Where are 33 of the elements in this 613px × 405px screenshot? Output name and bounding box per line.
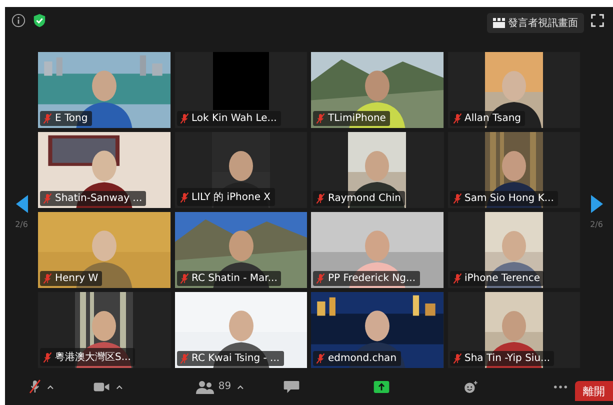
- video-grid-icon: [493, 18, 505, 28]
- caret-icon[interactable]: [237, 384, 244, 390]
- previous-page-button[interactable]: 2/6: [14, 194, 28, 228]
- participant-name: LILY 的 iPhone X: [192, 191, 271, 204]
- participants-button[interactable]: 89: [195, 378, 232, 394]
- reaction-icon[interactable]: [462, 378, 480, 394]
- share-screen-icon[interactable]: [372, 378, 390, 394]
- chat-icon[interactable]: [283, 378, 300, 394]
- participant-name: Lok Kin Wah Le...: [192, 113, 277, 124]
- participant-name: TLimiPhone: [328, 113, 386, 124]
- caret-icon[interactable]: [46, 384, 54, 390]
- video-off-frame: [212, 52, 269, 110]
- participant-name: E Tong: [55, 113, 88, 124]
- participant-name: iPhone Terence: [464, 273, 540, 284]
- participant-name: RC Shatin - Mar...: [192, 273, 278, 284]
- participant-name: PP Frederick Ng...: [328, 273, 416, 284]
- participant-name: Shatin-Sanway ...: [55, 193, 142, 204]
- muted-mic-icon[interactable]: [29, 378, 41, 395]
- fullscreen-icon[interactable]: [590, 13, 605, 28]
- participant-name: Raymond Chin: [328, 193, 401, 204]
- participant-name: edmond.chan: [328, 353, 397, 364]
- participant-name: Allan Tsang: [464, 113, 522, 124]
- leave-button[interactable]: 離開: [575, 381, 613, 401]
- participant-name: 粵港澳大灣区S...: [55, 350, 131, 364]
- participant-name: Henry W: [55, 273, 98, 284]
- participant-name: Sam Sio Hong K...: [464, 193, 554, 204]
- shield-icon[interactable]: [32, 13, 47, 28]
- speaker-view-button[interactable]: 發言者視訊畫面: [487, 13, 584, 33]
- participant-name: Sha Tin -Yip Siu...: [464, 353, 550, 364]
- caret-icon[interactable]: [116, 384, 123, 390]
- next-page-button[interactable]: 2/6: [590, 194, 604, 228]
- info-icon[interactable]: [11, 13, 26, 28]
- participant-name: RC Kwai Tsing - ...: [192, 353, 280, 364]
